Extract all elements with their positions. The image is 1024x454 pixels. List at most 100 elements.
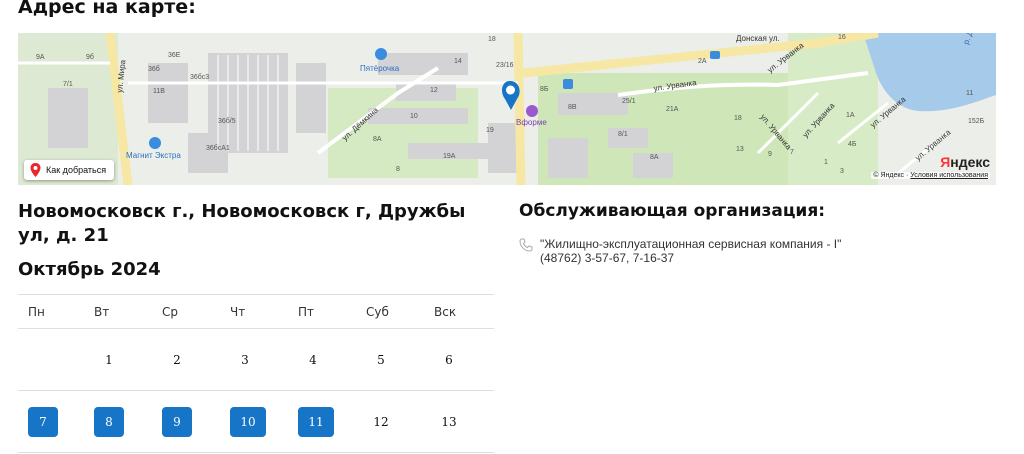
work-day-badge[interactable]: 8 [94,406,124,437]
calendar-day: 1 [105,352,113,367]
terms-link[interactable]: Условия использования [910,172,988,179]
phone-icon [519,238,533,252]
shop-icon [149,137,161,149]
address-title: Новомосковск г., Новомосковск г, Дружбы … [18,201,466,246]
house-number: 19А [443,153,456,160]
calendar-day: 6 [445,352,453,367]
weekday-header: Вт [86,294,154,329]
house-number: 36бс3 [190,73,209,81]
bus-stop-icon [563,79,573,89]
yandex-logo: Яндекс [940,154,990,170]
shop-icon [375,48,387,60]
map-footer: © Яндекс · Условия использования [871,172,990,179]
month-title: Октябрь 2024 [18,259,161,280]
house-number: 14 [454,58,462,65]
weekday-header: Пт [290,294,358,329]
house-number: 36бсА1 [206,144,230,152]
calendar-day-cell [18,328,86,391]
poi-label[interactable]: Магнит Экстра [126,151,181,160]
route-button-label: Как добраться [46,165,107,175]
org-phones[interactable]: (48762) 3-57-67, 7-16-37 [519,251,841,265]
house-number: 9б [86,53,94,61]
calendar-day-cell: 11 [290,390,358,453]
house-number: 36б/5 [218,117,236,125]
org-title: Обслуживающая организация: [519,201,826,221]
house-number: 1А [846,112,855,119]
calendar-body: 1 2 3 4 5 6 7 8 9 10 11 12 13 [18,328,494,453]
calendar-day-cell: 12 [358,390,426,453]
calendar-day-cell: 8 [86,390,154,453]
house-number: 9А [36,54,45,61]
calendar-day-cell: 7 [18,390,86,453]
house-number: 36Е [168,52,181,59]
work-calendar: Пн Вт Ср Чт Пт Суб Вск 1 2 3 4 5 6 7 8 9 10 11 12 13 [18,294,494,453]
calendar-week-row: 7 8 9 10 11 12 13 [18,390,494,453]
calendar-day: 13 [441,414,457,429]
house-number: 11В [153,88,165,95]
house-number: 25/1 [622,98,636,105]
house-number: 3 [840,168,844,175]
house-number: 23/16 [496,62,514,69]
org-name: "Жилищно-эксплуатационная сервисная комп… [540,237,842,251]
house-number: 8 [396,166,400,173]
calendar-day-cell: 4 [290,328,358,391]
calendar-header-row: Пн Вт Ср Чт Пт Суб Вск [18,294,494,329]
house-number: 36б [148,65,160,73]
calendar-day-cell: 10 [222,390,290,453]
house-number: 1 [824,159,828,166]
work-day-badge[interactable]: 7 [28,406,58,437]
work-day-badge[interactable]: 10 [230,406,266,437]
weekday-header: Пн [18,294,86,329]
house-number: 19 [486,127,494,134]
calendar-day-cell: 1 [86,328,154,391]
house-number: 21А [666,106,679,113]
map-heading: Адрес на карте: [18,0,196,18]
house-number: 4Б [848,141,857,148]
house-number: 9 [768,151,772,158]
poi-label[interactable]: Пятёрочка [360,64,400,73]
org-info: "Жилищно-эксплуатационная сервисная комп… [519,237,841,265]
house-number: 8А [650,154,659,161]
map-canvas[interactable]: 9А 9б 7/1 36Е 36б 36бс3 11В 36б/5 36бсА1… [18,33,996,185]
house-number: 7/1 [63,81,73,88]
house-number: 8А [373,136,382,143]
calendar-day-cell: 5 [358,328,426,391]
house-number: 2А [698,58,707,65]
work-day-badge[interactable]: 9 [162,406,192,437]
street-label: Донская ул. [736,34,780,43]
work-day-badge[interactable]: 11 [298,406,334,437]
house-number: 12 [430,87,438,94]
weekday-header: Вск [426,294,494,329]
calendar-week-row: 1 2 3 4 5 6 [18,328,494,391]
route-button[interactable]: Как добраться [24,160,115,180]
yandex-map[interactable]: 9А 9б 7/1 36Е 36б 36бс3 11В 36б/5 36бсА1… [18,33,996,185]
house-number: 18 [488,36,496,43]
calendar-day: 3 [241,352,249,367]
house-number: 8Б [540,86,549,93]
calendar-day-cell: 3 [222,328,290,391]
weekday-header: Ср [154,294,222,329]
house-number: 18 [734,115,742,122]
calendar-day: 12 [373,414,389,429]
calendar-day: 4 [309,352,317,367]
calendar-day-cell: 9 [154,390,222,453]
map-copyright: © Яндекс [873,172,905,179]
house-number: 13 [736,146,744,153]
gym-icon [526,105,538,117]
calendar-day: 2 [173,352,181,367]
weekday-header: Чт [222,294,290,329]
house-number: 10 [410,113,418,120]
calendar-day-cell: 6 [426,328,494,391]
house-number: 7 [790,149,794,156]
calendar-day: 5 [377,352,385,367]
bus-stop-icon [710,51,720,59]
house-number: 11 [966,90,973,97]
house-number: 8В [568,104,577,111]
calendar-day-cell: 2 [154,328,222,391]
poi-label[interactable]: Вформе [516,118,547,127]
route-pin-icon [30,163,41,177]
calendar-day-cell: 13 [426,390,494,453]
house-number: 8/1 [618,131,628,138]
house-number: 16 [838,34,846,41]
house-number: 152Б [968,118,985,125]
